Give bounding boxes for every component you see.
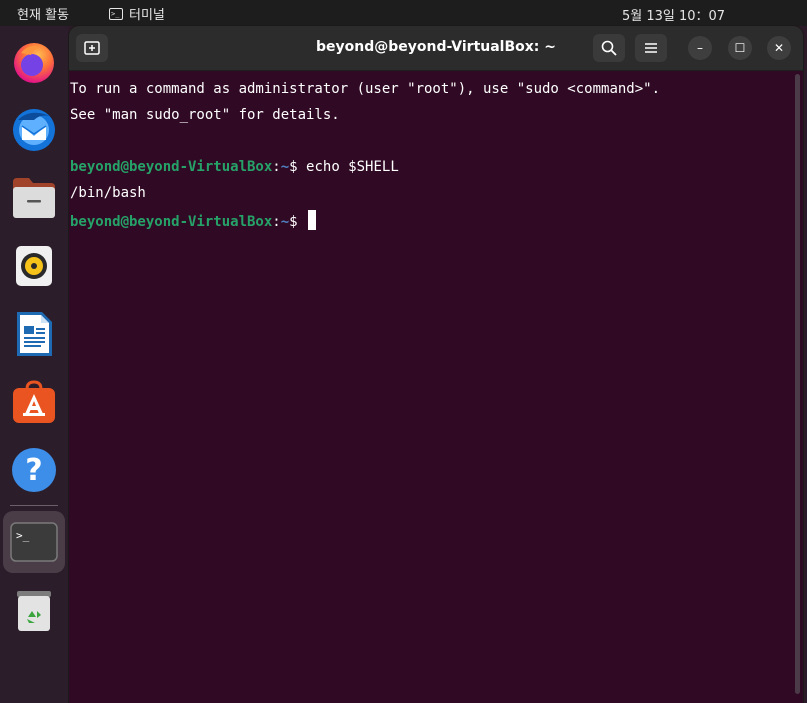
close-button[interactable]: ✕ <box>767 36 791 60</box>
dock-item-terminal[interactable]: >_ <box>3 511 65 573</box>
prompt-separator: : <box>272 159 281 175</box>
dock-item-app-center[interactable] <box>8 376 60 428</box>
app-menu-label: 터미널 <box>129 8 165 23</box>
dock-item-libreoffice-writer[interactable] <box>8 308 60 360</box>
prompt-dollar: $ <box>289 159 307 175</box>
terminal-prompt-line: beyond@beyond-VirtualBox:~$ <box>70 210 317 230</box>
clock[interactable]: 5월 13일 10：07 <box>622 5 725 24</box>
dock-item-trash[interactable] <box>8 584 60 636</box>
terminal-icon: >_ <box>109 7 123 20</box>
dock-item-rhythmbox[interactable] <box>8 240 60 292</box>
svg-text:?: ? <box>25 453 42 488</box>
dock-item-thunderbird[interactable] <box>8 104 60 156</box>
dock-separator <box>10 505 58 506</box>
help-icon: ? <box>12 448 56 492</box>
writer-icon <box>17 312 52 356</box>
terminal-window: beyond@beyond-VirtualBox: ~ – ☐ ✕ To run… <box>69 26 803 703</box>
search-button[interactable] <box>593 34 625 62</box>
top-bar: 현재 활동 >_ 터미널 5월 13일 10：07 <box>0 0 807 26</box>
minimize-icon: – <box>697 41 703 55</box>
maximize-button[interactable]: ☐ <box>728 36 752 60</box>
thunderbird-icon <box>13 109 55 151</box>
prompt-separator: : <box>272 214 281 230</box>
files-icon <box>13 178 55 218</box>
dock-item-firefox[interactable] <box>8 36 60 88</box>
scrollbar[interactable] <box>795 74 800 694</box>
terminal-cursor <box>308 210 317 230</box>
app-center-icon <box>13 380 55 423</box>
rhythmbox-icon <box>16 246 52 286</box>
prompt-dollar: $ <box>289 214 307 230</box>
prompt-user-host: beyond@beyond-VirtualBox <box>70 214 273 230</box>
prompt-user-host: beyond@beyond-VirtualBox <box>70 159 273 175</box>
terminal-icon: >_ <box>10 522 58 562</box>
firefox-icon <box>14 43 54 83</box>
activities-button[interactable]: 현재 활동 <box>17 4 69 23</box>
dock-item-help[interactable]: ? <box>8 444 60 496</box>
terminal-prompt-line: beyond@beyond-VirtualBox:~$ echo $SHELL <box>70 158 399 176</box>
menu-button[interactable] <box>635 34 667 62</box>
hamburger-menu-icon <box>645 43 657 53</box>
svg-text:>_: >_ <box>16 529 30 542</box>
minimize-button[interactable]: – <box>688 36 712 60</box>
terminal-output[interactable]: To run a command as administrator (user … <box>69 71 793 703</box>
trash-icon <box>17 591 51 631</box>
dock-item-files[interactable] <box>8 172 60 224</box>
close-icon: ✕ <box>773 41 785 55</box>
dock: ? >_ <box>0 26 68 703</box>
header-bar[interactable]: beyond@beyond-VirtualBox: ~ – ☐ ✕ <box>69 26 803 71</box>
terminal-line: To run a command as administrator (user … <box>70 81 661 97</box>
terminal-line: See "man sudo_root" for details. <box>70 107 340 123</box>
command-text: echo $SHELL <box>306 159 399 175</box>
app-menu[interactable]: >_ 터미널 <box>109 4 165 23</box>
maximize-icon: ☐ <box>734 41 746 55</box>
search-icon <box>601 40 617 56</box>
terminal-line: /bin/bash <box>70 185 146 201</box>
prompt-path: ~ <box>280 214 290 230</box>
prompt-path: ~ <box>280 159 290 175</box>
